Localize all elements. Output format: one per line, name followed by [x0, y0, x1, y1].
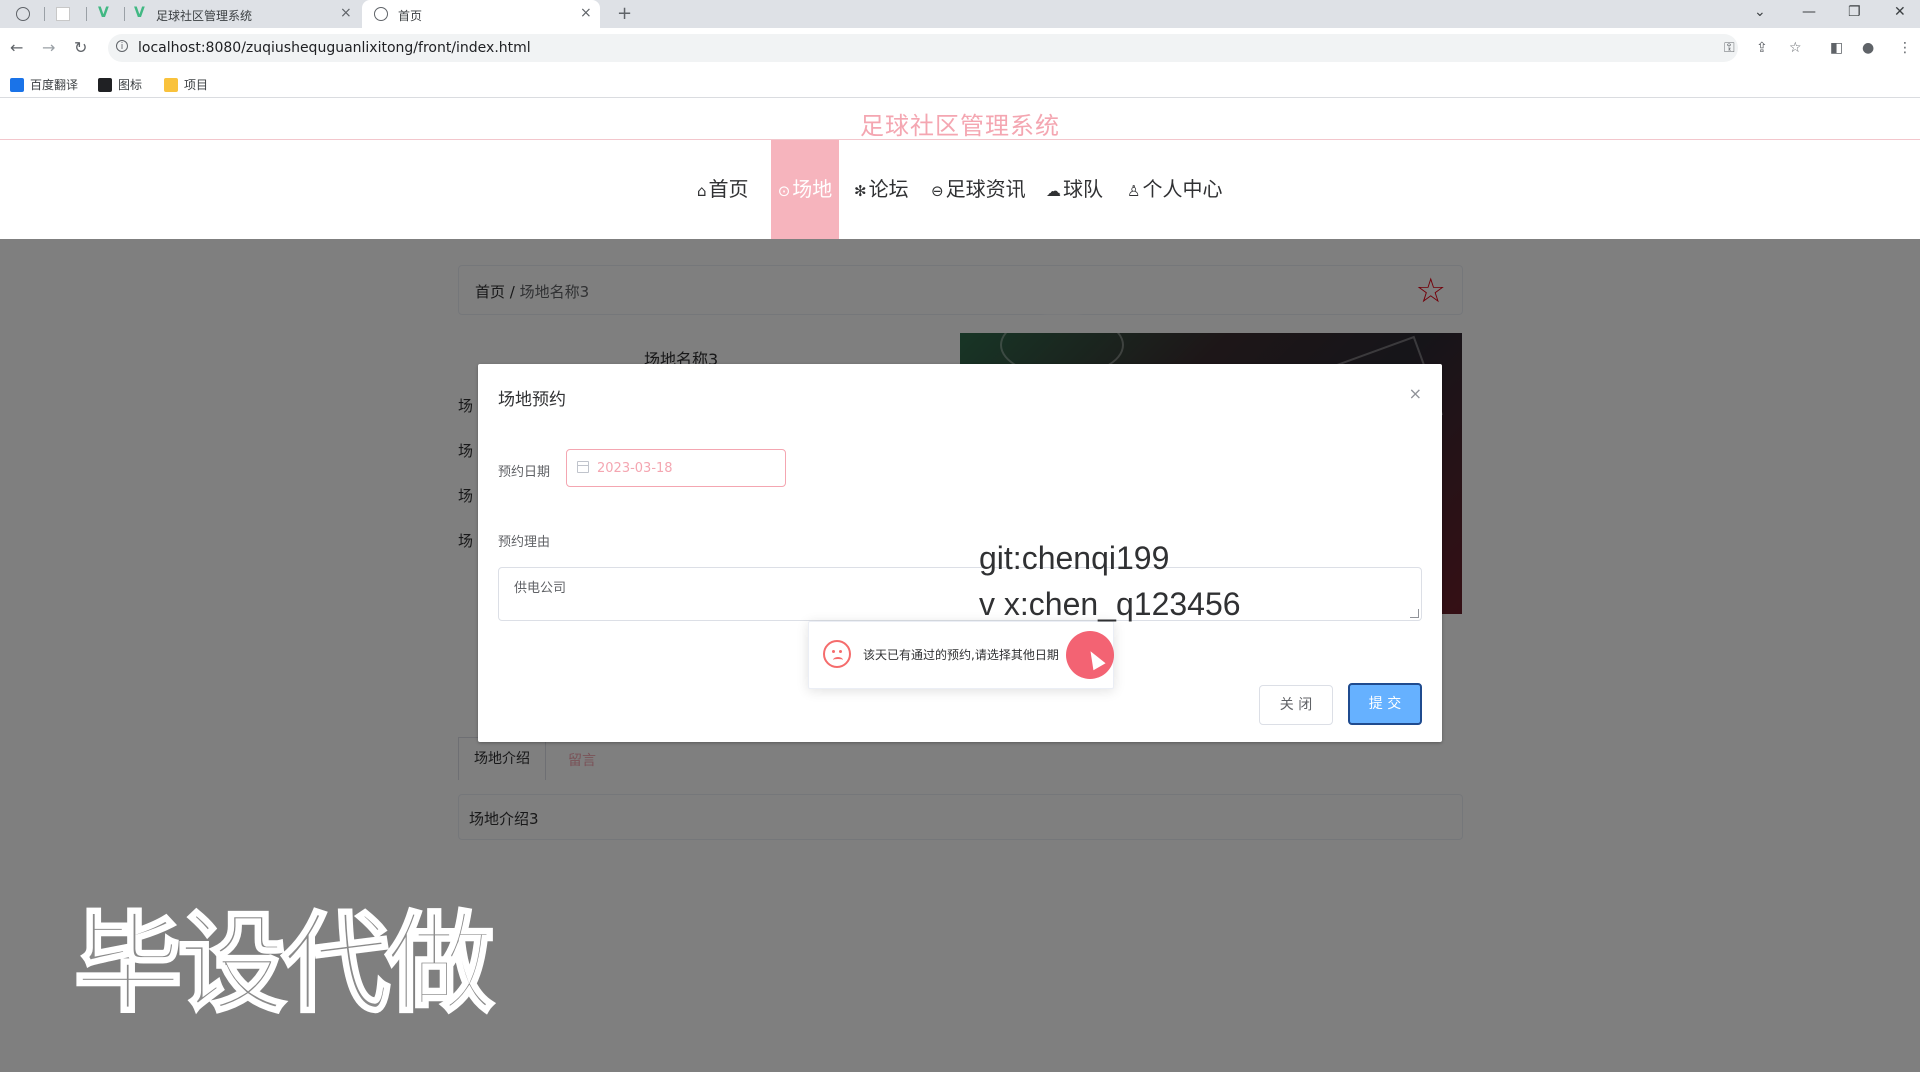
- tab-label: 首页: [398, 9, 423, 23]
- submit-button[interactable]: 提 交: [1348, 683, 1422, 725]
- booking-date-value: 2023-03-18: [597, 461, 673, 476]
- image-icon: [98, 78, 112, 92]
- share-icon[interactable]: ⇪: [1756, 40, 1768, 56]
- key-icon[interactable]: ⚿: [1724, 40, 1735, 56]
- nav-item-news[interactable]: ⊖ 足球资讯: [931, 140, 1026, 239]
- profile-icon[interactable]: ●: [1862, 40, 1874, 56]
- vue-logo-icon: V: [134, 5, 145, 21]
- site-info-icon[interactable]: i: [116, 40, 128, 52]
- nav-item-forum[interactable]: ✻ 论坛: [854, 140, 909, 239]
- tab-separator: [124, 7, 125, 21]
- toast-message: 该天已有通过的预约,请选择其他日期: [863, 648, 1059, 662]
- site-title: 足球社区管理系统: [860, 112, 1060, 140]
- watermark-vx: v x:chen_q123456: [979, 586, 1241, 622]
- globe-icon: [16, 7, 30, 21]
- date-label: 预约日期: [498, 465, 551, 480]
- reason-label: 预约理由: [498, 535, 551, 550]
- main-nav: ⌂ 首页 ⊙ 场地 ✻ 论坛 ⊖ 足球资讯 ☁ 球队 ♙ 个人中心: [0, 140, 1920, 239]
- nav-item-home[interactable]: ⌂ 首页: [697, 140, 749, 239]
- browser-tab-pinned-3[interactable]: V: [92, 0, 122, 28]
- close-tab-icon[interactable]: ×: [340, 5, 352, 21]
- close-tab-icon[interactable]: ×: [580, 5, 592, 21]
- back-arrow-icon[interactable]: ←: [10, 38, 23, 57]
- window-close-icon[interactable]: ✕: [1894, 4, 1906, 20]
- snowflake-icon: ✻: [854, 182, 867, 200]
- bookmark-baidu-translate[interactable]: 百度翻译: [10, 76, 78, 93]
- translate-icon: [10, 78, 24, 92]
- site-title-bar: 足球社区管理系统: [0, 98, 1920, 140]
- restore-icon[interactable]: ❐: [1848, 4, 1861, 20]
- home-icon: ⌂: [697, 182, 707, 200]
- booking-reason-value: 供电公司: [514, 581, 567, 596]
- new-tab-button[interactable]: +: [617, 3, 632, 24]
- watermark-git: git:chenqi199: [979, 540, 1170, 576]
- watermark-big: 毕设代做: [72, 901, 495, 1029]
- nav-item-venue[interactable]: ⊙ 场地: [771, 140, 839, 239]
- tab-separator: [44, 7, 45, 21]
- nav-item-teams[interactable]: ☁ 球队: [1046, 140, 1103, 239]
- booking-reason-textarea[interactable]: 供电公司: [498, 567, 1422, 621]
- tab-separator: [86, 7, 87, 21]
- browser-tab-pinned-2[interactable]: [50, 0, 80, 28]
- resize-handle-icon[interactable]: [1410, 609, 1419, 618]
- side-panel-icon[interactable]: ◧: [1830, 40, 1843, 56]
- bookmark-projects[interactable]: 项目: [164, 76, 208, 93]
- vue-logo-icon: V: [98, 5, 109, 21]
- blank-page-icon: [56, 7, 70, 21]
- bookmark-icons[interactable]: 图标: [98, 76, 142, 93]
- tab-label: 足球社区管理系统: [156, 9, 253, 23]
- folder-icon: [164, 78, 178, 92]
- sad-face-mouth: [833, 657, 843, 663]
- minimize-icon[interactable]: —: [1802, 4, 1816, 20]
- reload-icon[interactable]: ↻: [74, 38, 87, 57]
- browser-tab-system[interactable]: V 足球社区管理系统 ×: [128, 0, 360, 28]
- menu-kebab-icon[interactable]: ⋮: [1898, 40, 1912, 56]
- close-button[interactable]: 关 闭: [1259, 685, 1333, 725]
- browser-tab-bar: V V 足球社区管理系统 × 首页 × + ⌄ — ❐ ✕: [0, 0, 1920, 28]
- user-icon: ♙: [1127, 182, 1141, 200]
- booking-date-picker[interactable]: 2023-03-18: [566, 449, 786, 487]
- tab-search-icon[interactable]: ⌄: [1754, 4, 1766, 20]
- cloud-icon: ☁: [1046, 182, 1061, 200]
- browser-tab-home[interactable]: 首页 ×: [362, 0, 600, 28]
- sad-face-icon: [823, 640, 851, 668]
- nav-item-personal-center[interactable]: ♙ 个人中心: [1127, 140, 1222, 239]
- address-bar-row: ← → ↻ i localhost:8080/zuqiushequguanlix…: [0, 28, 1920, 68]
- url-text: localhost:8080/zuqiushequguanlixitong/fr…: [138, 40, 531, 56]
- location-icon: ⊙: [777, 182, 791, 200]
- calendar-icon: [577, 461, 589, 473]
- dialog-title: 场地预约: [498, 390, 566, 410]
- dialog-close-icon[interactable]: ×: [1409, 384, 1422, 403]
- forward-arrow-icon[interactable]: →: [42, 38, 55, 57]
- bookmark-star-icon[interactable]: ☆: [1789, 40, 1802, 56]
- browser-tab-pinned-1[interactable]: [10, 0, 40, 28]
- news-icon: ⊖: [931, 182, 944, 200]
- omnibox[interactable]: i localhost:8080/zuqiushequguanlixitong/…: [108, 34, 1738, 62]
- globe-icon: [374, 7, 388, 21]
- bookmarks-bar: 百度翻译 图标 项目: [0, 68, 1920, 98]
